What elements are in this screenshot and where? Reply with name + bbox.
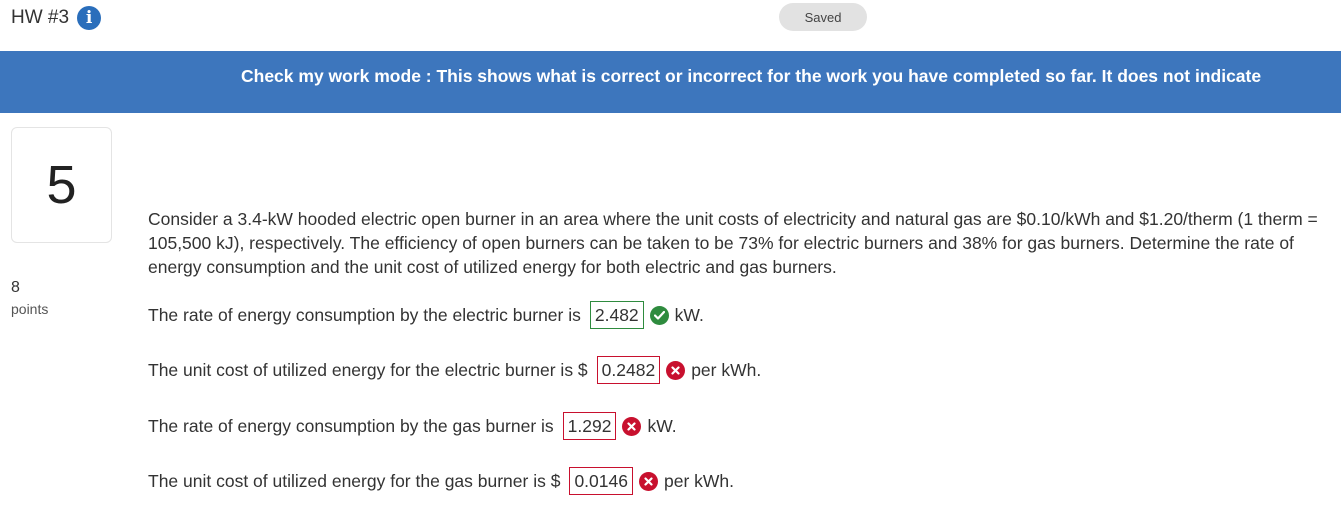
answer-prompt: The unit cost of utilized energy for the… xyxy=(148,470,561,491)
points-value: 8 xyxy=(11,279,20,296)
cross-icon xyxy=(622,416,642,436)
check-my-work-banner: Check my work mode : This shows what is … xyxy=(0,51,1341,113)
assignment-header: HW #3 i xyxy=(11,5,102,31)
answer-unit: kW. xyxy=(647,415,677,436)
points-label: points xyxy=(11,301,49,317)
answer-field-gas-cost[interactable]: 0.0146 xyxy=(569,467,633,495)
saved-status-badge: Saved xyxy=(779,3,867,31)
assignment-title: HW #3 xyxy=(11,7,70,28)
answer-unit: kW. xyxy=(674,304,704,325)
info-icon[interactable]: i xyxy=(77,6,102,30)
question-text: Consider a 3.4-kW hooded electric open b… xyxy=(148,209,1318,277)
answer-row-gas-cost: The unit cost of utilized energy for the… xyxy=(148,466,734,496)
banner-text: Check my work mode : This shows what is … xyxy=(241,66,1262,86)
answer-field-electric-cost[interactable]: 0.2482 xyxy=(596,356,661,384)
homework-page: HW #3 i Saved Check my work mode : This … xyxy=(0,0,1341,510)
answer-row-electric-cost: The unit cost of utilized energy for the… xyxy=(148,355,761,385)
answer-field-electric-rate[interactable]: 2.482 xyxy=(589,301,644,329)
answer-prompt: The rate of energy consumption by the el… xyxy=(148,304,581,325)
check-icon xyxy=(649,305,669,325)
answer-unit: per kWh. xyxy=(691,359,762,380)
answer-prompt: The rate of energy consumption by the ga… xyxy=(148,415,554,436)
answer-row-electric-rate: The rate of energy consumption by the el… xyxy=(148,300,704,330)
answer-prompt: The unit cost of utilized energy for the… xyxy=(148,359,588,380)
question-number-card: 5 xyxy=(11,127,112,243)
cross-icon xyxy=(666,360,686,380)
cross-icon xyxy=(638,471,658,491)
answer-field-gas-rate[interactable]: 1.292 xyxy=(562,412,617,440)
answer-unit: per kWh. xyxy=(663,470,735,491)
answer-row-gas-rate: The rate of energy consumption by the ga… xyxy=(148,411,677,441)
